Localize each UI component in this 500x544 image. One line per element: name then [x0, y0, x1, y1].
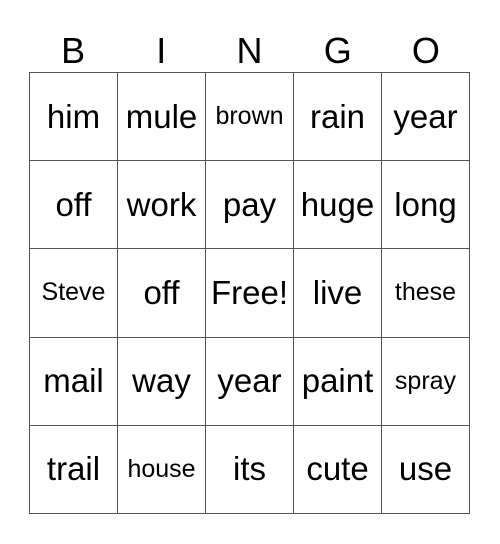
bingo-cell[interactable]: huge — [294, 161, 382, 250]
free-space-cell[interactable]: Free! — [206, 249, 294, 338]
bingo-cell[interactable]: Steve — [30, 249, 118, 338]
bingo-cell[interactable]: house — [118, 425, 206, 514]
bingo-cell[interactable]: work — [118, 161, 206, 250]
bingo-cell[interactable]: long — [382, 161, 470, 250]
header-letter-n: N — [236, 30, 263, 71]
bingo-header: B I N G O — [29, 30, 470, 72]
header-letter-g: G — [323, 30, 352, 71]
bingo-cell[interactable]: pay — [206, 161, 294, 250]
bingo-cell[interactable]: use — [382, 425, 470, 514]
bingo-cell[interactable]: mule — [118, 73, 206, 162]
bingo-cell[interactable]: off — [30, 161, 118, 250]
bingo-cell[interactable]: rain — [294, 73, 382, 162]
bingo-cell[interactable]: him — [30, 73, 118, 162]
header-letter-b: B — [61, 30, 86, 71]
bingo-cell[interactable]: brown — [206, 73, 294, 162]
bingo-cell[interactable]: off — [118, 249, 206, 338]
bingo-cell[interactable]: year — [382, 73, 470, 162]
bingo-cell[interactable]: these — [382, 249, 470, 338]
bingo-cell[interactable]: live — [294, 249, 382, 338]
bingo-grid: him mule brown rain year off work pay huge long St… — [29, 72, 470, 514]
bingo-cell[interactable]: way — [118, 337, 206, 426]
bingo-cell[interactable]: cute — [294, 425, 382, 514]
bingo-cell[interactable]: its — [206, 425, 294, 514]
bingo-cell[interactable]: trail — [30, 425, 118, 514]
bingo-cell[interactable]: year — [206, 337, 294, 426]
header-letter-o: O — [411, 30, 440, 71]
header-letter-i: I — [156, 30, 167, 71]
bingo-cell[interactable]: spray — [382, 337, 470, 426]
bingo-cell[interactable]: mail — [30, 337, 118, 426]
bingo-cell[interactable]: paint — [294, 337, 382, 426]
